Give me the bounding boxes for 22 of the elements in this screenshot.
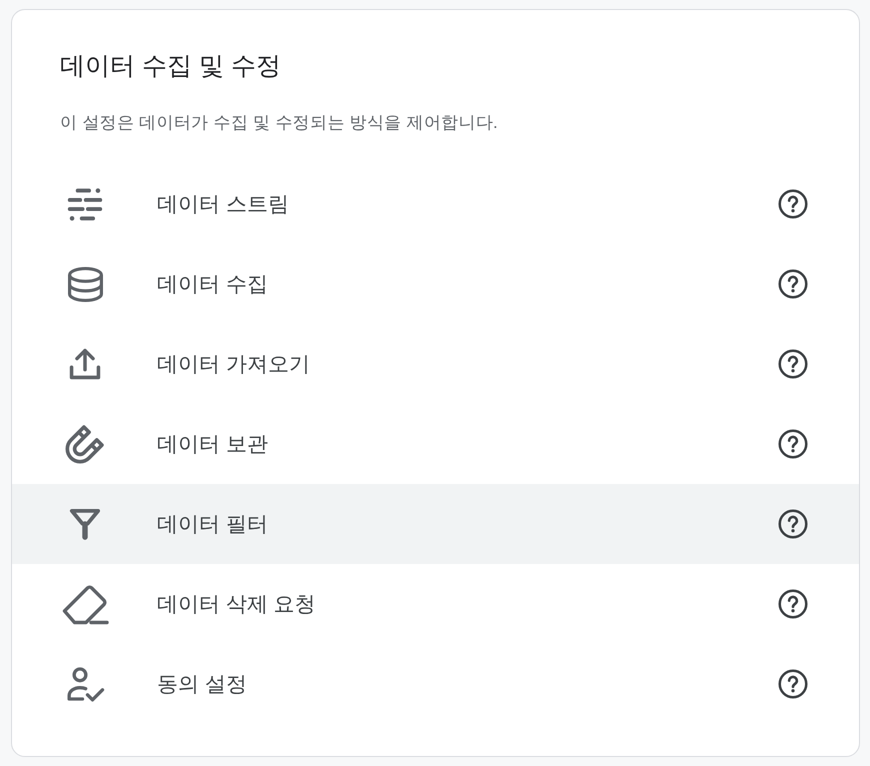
settings-list-item[interactable]: 데이터 보관 [12,404,859,484]
help-icon[interactable] [778,189,808,219]
upload-icon [69,348,101,380]
settings-list-item[interactable]: 데이터 스트림 [12,164,859,244]
help-icon[interactable] [778,589,808,619]
settings-list-item[interactable]: 데이터 가져오기 [12,324,859,404]
settings-list-item[interactable]: 동의 설정 [12,644,859,724]
settings-list-item[interactable]: 데이터 삭제 요청 [12,564,859,644]
settings-list-item[interactable]: 데이터 필터 [12,484,859,564]
settings-list-item[interactable]: 데이터 수집 [12,244,859,324]
help-icon[interactable] [778,669,808,699]
help-icon[interactable] [778,429,808,459]
help-icon[interactable] [778,349,808,379]
card-description: 이 설정은 데이터가 수집 및 수정되는 방식을 제어합니다. [60,112,498,134]
database-icon [68,266,102,302]
magnet-icon [65,424,105,464]
eraser-icon [61,584,109,624]
help-icon[interactable] [778,269,808,299]
filter-icon [69,508,101,540]
card-title: 데이터 수집 및 수정 [60,51,281,82]
stream-lines-icon [67,188,103,220]
help-icon[interactable] [778,509,808,539]
